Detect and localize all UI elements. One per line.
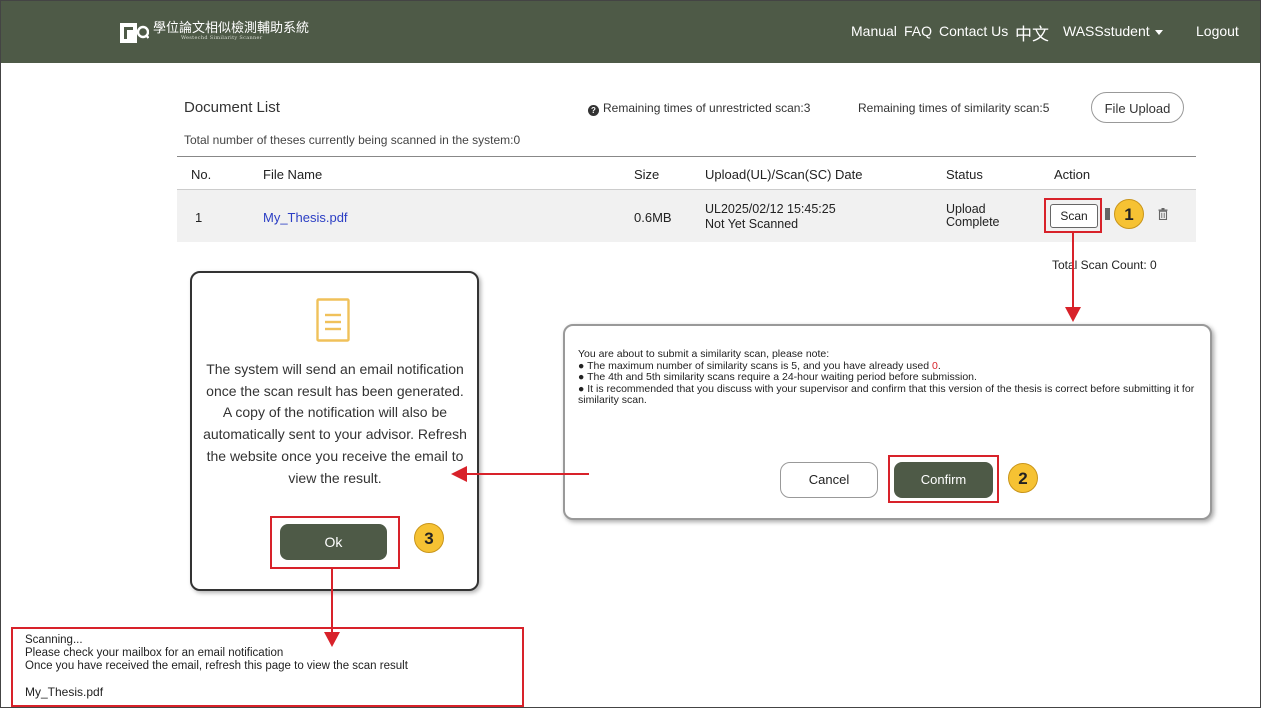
notification-message: The system will send an email notificati… bbox=[203, 361, 467, 486]
nav-contact-link[interactable]: Contact Us bbox=[939, 23, 1008, 39]
scanning-notice-text: Scanning... Please check your mailbox fo… bbox=[25, 634, 408, 673]
help-icon[interactable]: ? bbox=[588, 105, 599, 116]
scan-confirm-message: You are about to submit a similarity sca… bbox=[578, 348, 1198, 407]
page-title: Document List bbox=[184, 99, 280, 116]
confirm-note-3: ● It is recommended that you discuss wit… bbox=[578, 382, 1195, 406]
file-name-link[interactable]: My_Thesis.pdf bbox=[263, 210, 348, 225]
caret-down-icon bbox=[1154, 29, 1163, 35]
status-line-2: Complete bbox=[946, 215, 1000, 229]
step-1-badge: 1 bbox=[1114, 199, 1144, 229]
document-icon bbox=[316, 298, 350, 342]
app-subtitle: Westechd Similarity Scanner bbox=[181, 35, 263, 41]
column-header-no: No. bbox=[191, 167, 212, 182]
cancel-button[interactable]: Cancel bbox=[780, 462, 878, 498]
language-switch-link[interactable]: 中文 bbox=[1015, 20, 1049, 45]
trash-icon[interactable] bbox=[1158, 208, 1168, 220]
step-3-badge: 3 bbox=[414, 523, 444, 553]
column-header-date: Upload(UL)/Scan(SC) Date bbox=[705, 167, 863, 182]
column-header-size: Size bbox=[634, 167, 660, 182]
step-2-badge: 2 bbox=[1008, 463, 1038, 493]
remaining-similarity-info: Remaining times of similarity scan:5 bbox=[858, 101, 1050, 115]
row-no: 1 bbox=[195, 210, 203, 225]
nav-manual-link[interactable]: Manual bbox=[851, 23, 897, 39]
scanning-line-1: Scanning... bbox=[25, 634, 83, 646]
table-top-divider bbox=[177, 156, 1196, 157]
note-1-text: ● The maximum number of similarity scans… bbox=[578, 359, 932, 372]
app-title: 學位論文相似檢測輔助系統 bbox=[153, 21, 310, 36]
column-header-status: Status bbox=[946, 167, 983, 182]
scanning-line-2: Please check your mailbox for an email n… bbox=[25, 647, 284, 659]
action-icon[interactable] bbox=[1105, 208, 1110, 220]
confirm-note-2: ● The 4th and 5th similarity scans requi… bbox=[578, 371, 977, 383]
scanning-line-3: Once you have received the email, refres… bbox=[25, 660, 408, 672]
file-upload-button[interactable]: File Upload bbox=[1091, 92, 1184, 123]
nav-faq-link[interactable]: FAQ bbox=[904, 23, 932, 39]
user-menu-dropdown[interactable]: WASSstudent bbox=[1063, 23, 1163, 39]
scan-date: Not Yet Scanned bbox=[705, 217, 799, 231]
scan-button[interactable]: Scan bbox=[1050, 204, 1098, 228]
logo-icon bbox=[120, 23, 149, 43]
confirm-button[interactable]: Confirm bbox=[894, 462, 993, 498]
ok-button[interactable]: Ok bbox=[280, 524, 387, 560]
column-header-action: Action bbox=[1054, 167, 1091, 182]
note-1-suffix: . bbox=[937, 359, 941, 372]
scanning-file-name: My_Thesis.pdf bbox=[25, 685, 104, 699]
remaining-unrestricted-info: ? Remaining times of unrestricted scan:3 bbox=[588, 101, 810, 116]
user-name: WASSstudent bbox=[1063, 23, 1150, 39]
status-text: Upload Complete bbox=[946, 203, 1000, 229]
total-scan-count: Total Scan Count: 0 bbox=[1052, 258, 1157, 272]
column-header-file-name: File Name bbox=[263, 167, 323, 182]
total-theses-info: Total number of theses currently being s… bbox=[184, 133, 521, 147]
upload-date: UL2025/02/12 15:45:25 bbox=[705, 202, 836, 216]
file-size: 0.6MB bbox=[634, 210, 672, 225]
logout-link[interactable]: Logout bbox=[1196, 23, 1239, 39]
arrow-head-1 bbox=[1065, 307, 1081, 322]
remaining-unrestricted-text: Remaining times of unrestricted scan:3 bbox=[603, 101, 811, 115]
